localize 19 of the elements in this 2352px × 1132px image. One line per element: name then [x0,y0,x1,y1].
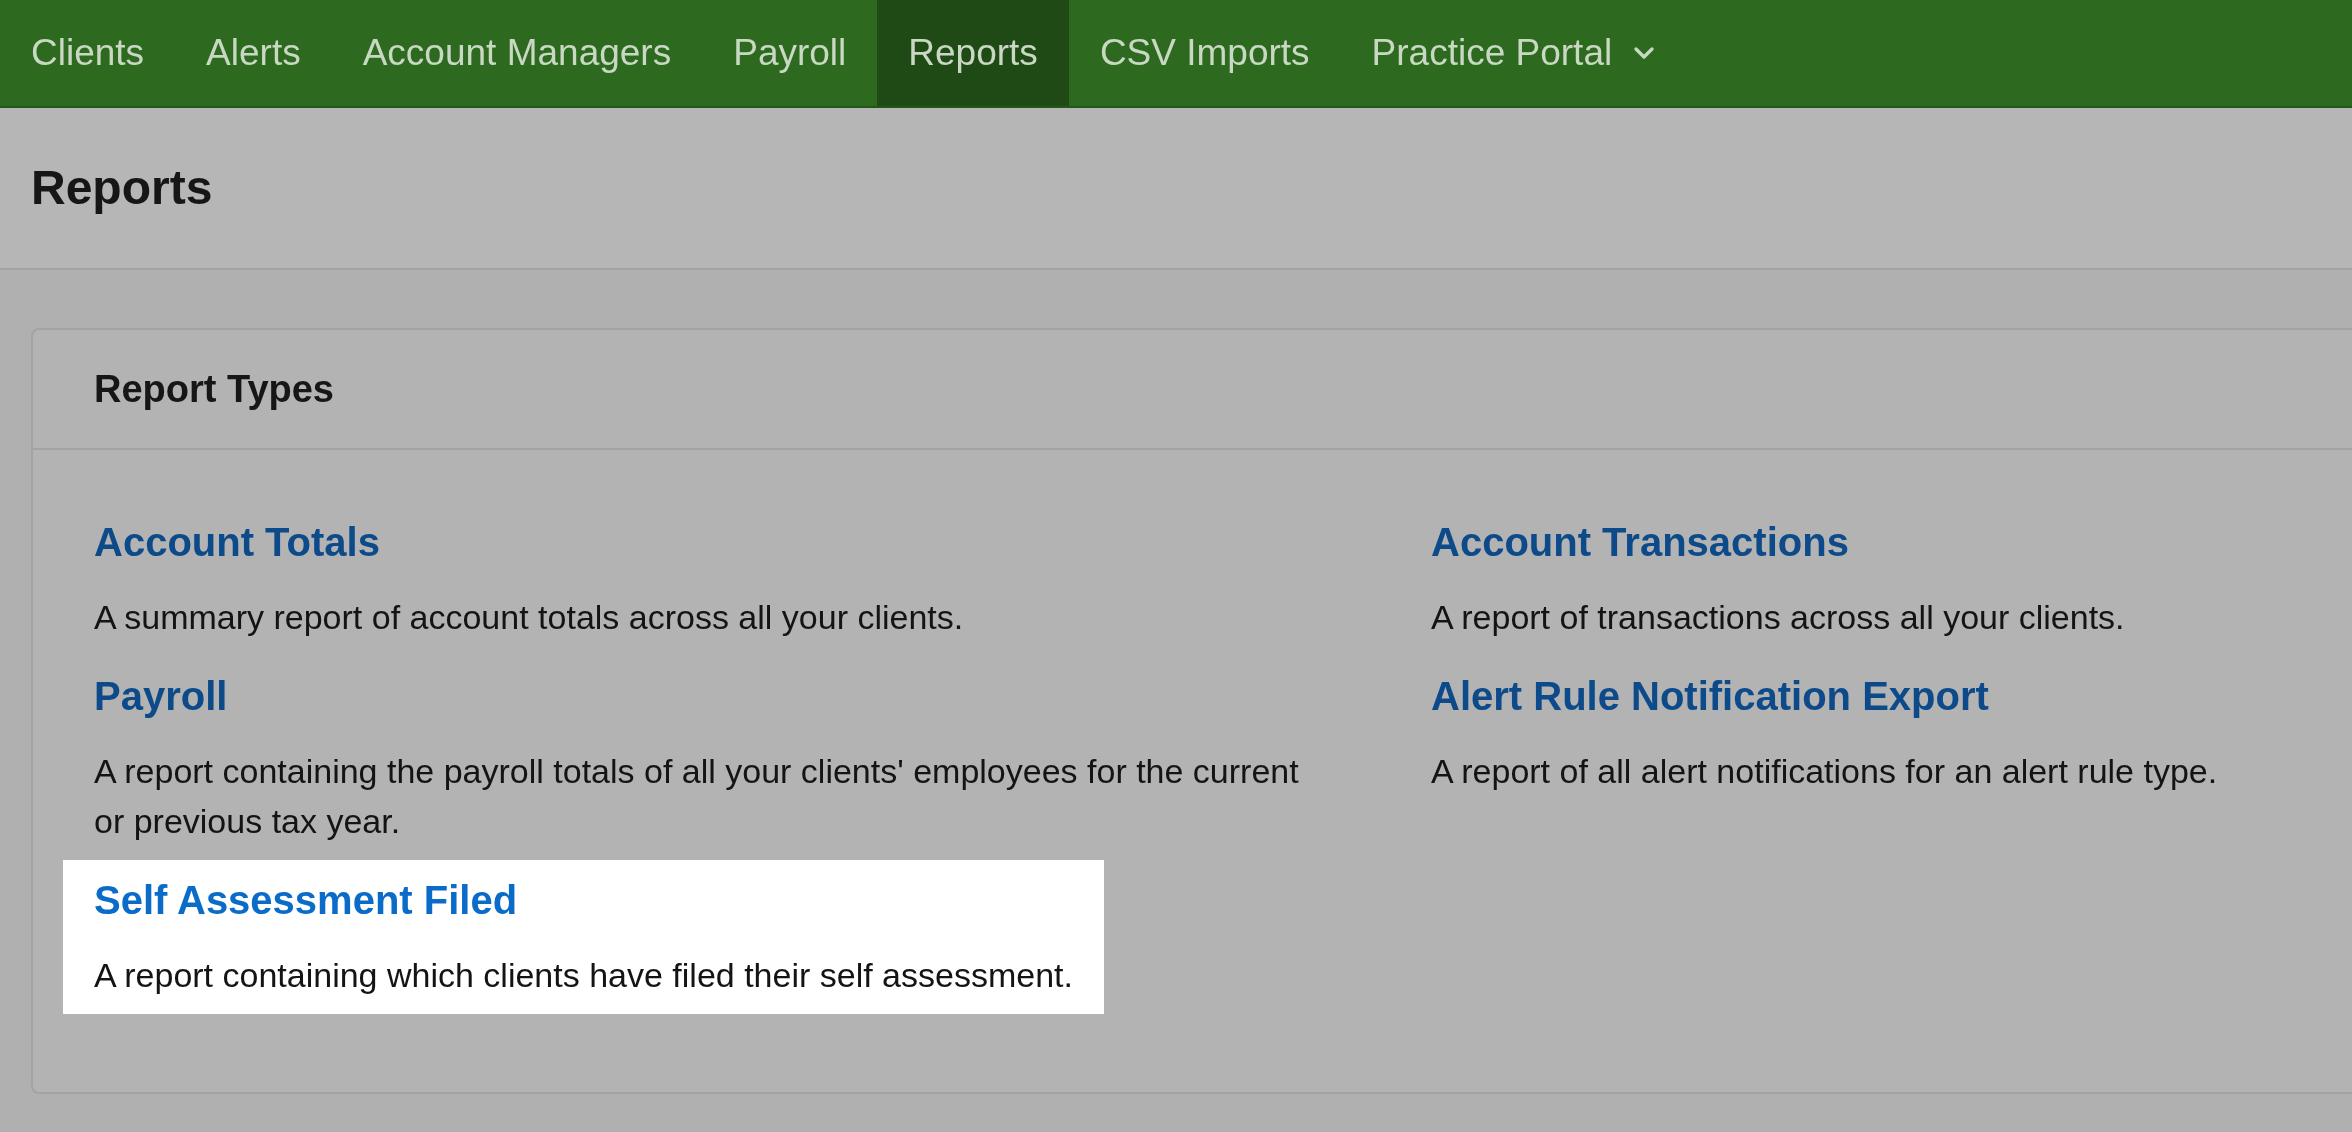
nav-tab[interactable]: Payroll [702,0,878,106]
nav-tab[interactable]: Clients [0,0,176,106]
report-description: A report of all alert notifications for an alert rule type. [1431,751,2218,792]
report-description: A summary report of account totals across all your clients. [94,597,964,638]
card-title: Report Types [94,366,334,412]
report-link[interactable]: Payroll [94,670,1324,722]
report-link[interactable]: Account Totals [94,516,964,568]
report-link[interactable]: Account Transactions [1431,516,2125,568]
page-title: Reports [31,160,213,216]
nav-tab[interactable]: Reports [877,0,1069,106]
report-description: A report containing which clients have filed their self assessment. [94,955,1073,996]
report-description: A report of transactions across all your clients. [1431,597,2125,638]
nav-tab[interactable]: Alerts [175,0,332,106]
nav-tab[interactable]: CSV Imports [1068,0,1341,106]
nav-tab[interactable]: Practice Portal [1340,0,1692,106]
report-description: A report containing the payroll totals of all your clients' employees for the current or previous tax year. [94,751,1300,842]
report-link[interactable]: Self Assessment Filed [94,874,1073,926]
nav-tab[interactable]: Account Managers [331,0,703,106]
report-link[interactable]: Alert Rule Notification Export [1431,670,2218,722]
